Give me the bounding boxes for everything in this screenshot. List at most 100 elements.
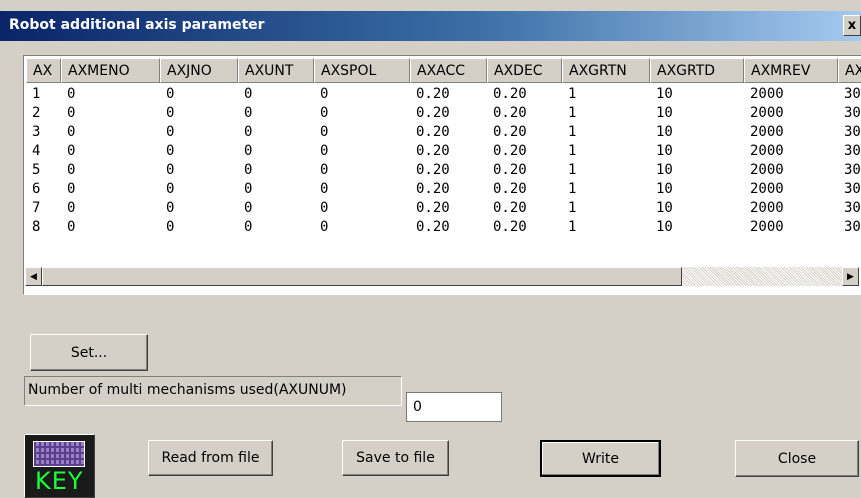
table-cell[interactable]: 0 — [160, 143, 238, 162]
table-row[interactable]: 2 0 0 0 0 0.20 0.20 1 10 2000 30 — [26, 105, 861, 124]
table-cell[interactable]: 1 — [26, 86, 61, 105]
table-cell[interactable]: 30 — [838, 86, 861, 105]
table-cell[interactable]: 30 — [838, 219, 861, 238]
table-cell[interactable]: 0 — [314, 143, 410, 162]
table-cell[interactable]: 0 — [238, 86, 314, 105]
set-button[interactable]: Set... — [30, 334, 148, 371]
table-cell[interactable]: 0 — [314, 86, 410, 105]
table-cell[interactable]: 0.20 — [410, 200, 487, 219]
table-cell[interactable]: 0 — [314, 219, 410, 238]
table-cell[interactable]: 10 — [650, 143, 744, 162]
table-cell[interactable]: 10 — [650, 181, 744, 200]
table-cell[interactable]: 0 — [160, 200, 238, 219]
column-header[interactable]: AX — [838, 58, 861, 83]
column-header[interactable]: AXJNO — [160, 58, 238, 83]
table-cell[interactable]: 8 — [26, 219, 61, 238]
table-cell[interactable]: 0 — [238, 105, 314, 124]
table-cell[interactable]: 0 — [160, 86, 238, 105]
title-bar[interactable]: Robot additional axis parameter x — [0, 11, 861, 41]
column-header[interactable]: AXACC — [410, 58, 487, 83]
table-cell[interactable]: 0 — [314, 124, 410, 143]
close-icon[interactable]: x — [843, 15, 861, 36]
table-cell[interactable]: 0 — [61, 200, 160, 219]
table-cell[interactable]: 0 — [61, 162, 160, 181]
axunum-input[interactable]: 0 — [406, 392, 502, 422]
table-cell[interactable]: 30 — [838, 143, 861, 162]
table-cell[interactable]: 0.20 — [410, 181, 487, 200]
table-cell[interactable]: 30 — [838, 200, 861, 219]
table-cell[interactable]: 1 — [562, 86, 650, 105]
table-cell[interactable]: 1 — [562, 105, 650, 124]
table-cell[interactable]: 0.20 — [487, 143, 562, 162]
table-row[interactable]: 4 0 0 0 0 0.20 0.20 1 10 2000 30 — [26, 143, 861, 162]
table-cell[interactable]: 0.20 — [487, 105, 562, 124]
table-cell[interactable]: 30 — [838, 162, 861, 181]
scrollbar-track[interactable] — [682, 267, 842, 286]
table-cell[interactable]: 10 — [650, 86, 744, 105]
table-row[interactable]: 5 0 0 0 0 0.20 0.20 1 10 2000 30 — [26, 162, 861, 181]
table-cell[interactable]: 30 — [838, 181, 861, 200]
table-row[interactable]: 3 0 0 0 0 0.20 0.20 1 10 2000 30 — [26, 124, 861, 143]
table-cell[interactable]: 0 — [238, 143, 314, 162]
table-cell[interactable]: 1 — [562, 143, 650, 162]
table-cell[interactable]: 7 — [26, 200, 61, 219]
table-cell[interactable]: 0 — [238, 124, 314, 143]
table-cell[interactable]: 4 — [26, 143, 61, 162]
close-button[interactable]: Close — [735, 440, 859, 477]
table-cell[interactable]: 0.20 — [410, 143, 487, 162]
table-cell[interactable]: 0 — [314, 162, 410, 181]
table-cell[interactable]: 5 — [26, 162, 61, 181]
table-cell[interactable]: 0.20 — [487, 200, 562, 219]
table-cell[interactable]: 0 — [61, 124, 160, 143]
save-to-file-button[interactable]: Save to file — [342, 440, 449, 476]
table-cell[interactable]: 2000 — [744, 124, 838, 143]
table-cell[interactable]: 0.20 — [410, 86, 487, 105]
table-cell[interactable]: 2000 — [744, 219, 838, 238]
table-cell[interactable]: 2000 — [744, 143, 838, 162]
table-cell[interactable]: 0 — [238, 162, 314, 181]
table-cell[interactable]: 0 — [160, 219, 238, 238]
table-cell[interactable]: 3 — [26, 124, 61, 143]
table-cell[interactable]: 2000 — [744, 105, 838, 124]
scroll-right-icon[interactable]: ▶ — [842, 267, 859, 286]
table-cell[interactable]: 0 — [61, 105, 160, 124]
table-cell[interactable]: 0 — [61, 86, 160, 105]
table-cell[interactable]: 10 — [650, 124, 744, 143]
keyboard-button[interactable]: KEY — [24, 434, 95, 498]
column-header[interactable]: AXSPOL — [314, 58, 410, 83]
table-cell[interactable]: 6 — [26, 181, 61, 200]
table-cell[interactable]: 0.20 — [487, 162, 562, 181]
column-header[interactable]: AXGRTN — [562, 58, 650, 83]
table-cell[interactable]: 0 — [238, 181, 314, 200]
table-cell[interactable]: 0.20 — [410, 162, 487, 181]
table-cell[interactable]: 1 — [562, 181, 650, 200]
table-cell[interactable]: 0 — [160, 181, 238, 200]
table-cell[interactable]: 0.20 — [487, 181, 562, 200]
table-cell[interactable]: 0.20 — [487, 124, 562, 143]
table-cell[interactable]: 1 — [562, 200, 650, 219]
table-cell[interactable]: 2000 — [744, 181, 838, 200]
table-cell[interactable]: 30 — [838, 105, 861, 124]
table-cell[interactable]: 0 — [61, 143, 160, 162]
table-cell[interactable]: 1 — [562, 162, 650, 181]
scroll-left-icon[interactable]: ◀ — [25, 267, 42, 286]
column-header[interactable]: AXMENO — [61, 58, 160, 83]
table-cell[interactable]: 10 — [650, 105, 744, 124]
table-cell[interactable]: 2000 — [744, 162, 838, 181]
column-header[interactable]: AXUNT — [238, 58, 314, 83]
table-cell[interactable]: 30 — [838, 124, 861, 143]
table-row[interactable]: 7 0 0 0 0 0.20 0.20 1 10 2000 30 — [26, 200, 861, 219]
table-cell[interactable]: 0 — [160, 162, 238, 181]
table-cell[interactable]: 0 — [238, 219, 314, 238]
table-cell[interactable]: 0.20 — [410, 219, 487, 238]
table-row[interactable]: 6 0 0 0 0 0.20 0.20 1 10 2000 30 — [26, 181, 861, 200]
column-header[interactable]: AX — [26, 58, 61, 83]
table-cell[interactable]: 0 — [160, 124, 238, 143]
horizontal-scrollbar[interactable]: ◀ ▶ — [25, 267, 861, 287]
table-cell[interactable]: 2 — [26, 105, 61, 124]
table-cell[interactable]: 0.20 — [410, 105, 487, 124]
table-cell[interactable]: 0 — [61, 181, 160, 200]
table-cell[interactable]: 2000 — [744, 86, 838, 105]
table-cell[interactable]: 10 — [650, 219, 744, 238]
table-row[interactable]: 8 0 0 0 0 0.20 0.20 1 10 2000 30 — [26, 219, 861, 238]
